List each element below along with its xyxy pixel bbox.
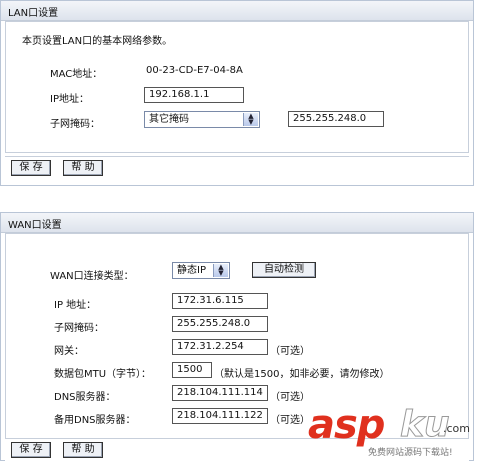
wan-mask-input[interactable]: 255.255.248.0	[172, 316, 268, 332]
lan-mac-value: 00-23-CD-E7-04-8A	[146, 65, 243, 76]
watermark-com-text: .com	[443, 422, 470, 435]
lan-save-button[interactable]: 保 存	[11, 160, 51, 176]
lan-mask-select-value: 其它掩码	[149, 114, 189, 125]
wan-help-button[interactable]: 帮 助	[63, 442, 103, 458]
lan-settings-panel: LAN口设置 本页设置LAN口的基本网络参数。 MAC地址： 00-23-CD-…	[0, 0, 474, 186]
wan-dns-input[interactable]: 218.104.111.114	[172, 385, 268, 401]
lan-description: 本页设置LAN口的基本网络参数。	[22, 36, 173, 47]
auto-detect-button[interactable]: 自动检测	[252, 262, 316, 278]
wan-save-button[interactable]: 保 存	[11, 442, 51, 458]
wan-dns2-input[interactable]: 218.104.111.122	[172, 408, 268, 424]
wan-ip-label: IP 地址：	[54, 300, 97, 311]
lan-mask-input[interactable]: 255.255.248.0	[288, 111, 384, 127]
wan-gateway-label: 网关：	[54, 346, 84, 357]
wan-dns-note: （可选）	[270, 392, 310, 403]
wan-type-select-value: 静态IP	[177, 265, 206, 276]
wan-gateway-note: （可选）	[270, 346, 310, 357]
watermark-asp-text: asp	[308, 402, 385, 448]
select-arrow-icon: ▲ ▼	[243, 113, 258, 126]
wan-mtu-label: 数据包MTU（字节）：	[54, 369, 152, 380]
wan-dns2-label: 备用DNS服务器：	[54, 415, 136, 426]
select-arrow-icon: ▲ ▼	[213, 264, 228, 277]
lan-mask-select[interactable]: 其它掩码 ▲ ▼	[144, 111, 260, 128]
lan-mask-label: 子网掩码：	[50, 119, 100, 130]
lan-button-bar: 保 存 帮 助	[5, 156, 469, 179]
wan-dns-label: DNS服务器：	[54, 392, 116, 403]
wan-mtu-note: （默认是1500，如非必要，请勿修改）	[214, 369, 390, 380]
wan-gateway-input[interactable]: 172.31.2.254	[172, 339, 268, 355]
wan-mask-label: 子网掩码：	[54, 323, 104, 334]
wan-type-select[interactable]: 静态IP ▲ ▼	[172, 262, 230, 279]
wan-type-label: WAN口连接类型：	[50, 271, 134, 282]
wan-panel-title: WAN口设置	[8, 220, 62, 231]
lan-ip-label: IP地址：	[50, 94, 89, 105]
lan-help-button[interactable]: 帮 助	[63, 160, 103, 176]
lan-panel-header: LAN口设置	[1, 1, 473, 21]
lan-panel-body: 本页设置LAN口的基本网络参数。 MAC地址： 00-23-CD-E7-04-8…	[5, 21, 469, 153]
lan-mac-label: MAC地址：	[50, 69, 103, 80]
aspku-watermark-logo: asp ku .com 免费网站源码下载站!	[300, 402, 480, 461]
lan-panel-title: LAN口设置	[8, 8, 59, 19]
watermark-subtitle: 免费网站源码下载站!	[368, 448, 453, 458]
lan-ip-input[interactable]: 192.168.1.1	[144, 87, 244, 103]
wan-ip-input[interactable]: 172.31.6.115	[172, 293, 268, 309]
wan-panel-header: WAN口设置	[1, 213, 473, 233]
wan-mtu-input[interactable]: 1500	[172, 362, 212, 378]
